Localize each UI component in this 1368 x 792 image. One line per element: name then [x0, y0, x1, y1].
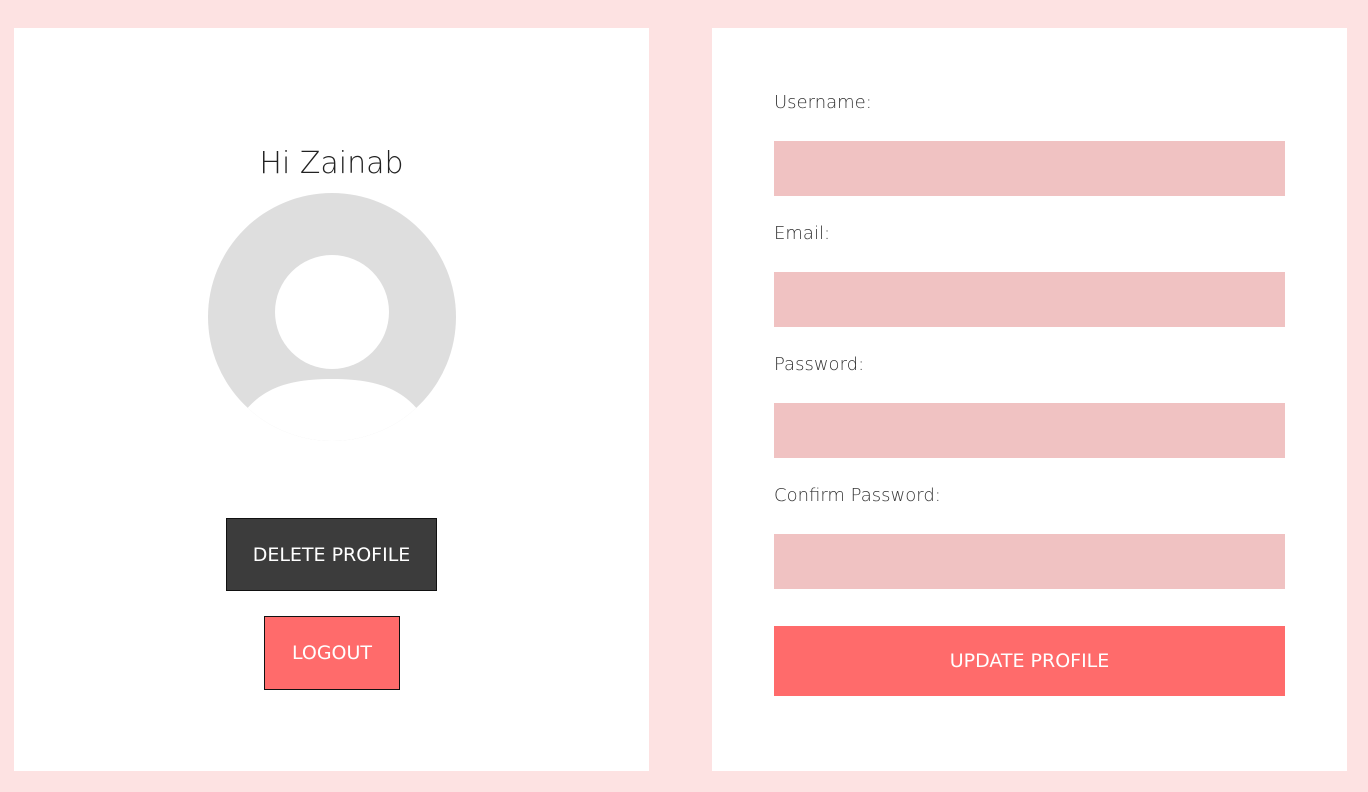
user-silhouette-icon	[208, 193, 456, 441]
confirm-password-input[interactable]	[774, 534, 1285, 589]
confirm-password-label: Confirm Password:	[774, 485, 941, 506]
profile-card: Hi Zainab DELETE PROFILE LOGOUT	[14, 28, 649, 771]
avatar	[208, 193, 456, 441]
password-input[interactable]	[774, 403, 1285, 458]
email-label: Email:	[774, 223, 831, 244]
logout-button[interactable]: LOGOUT	[264, 616, 400, 690]
delete-profile-button[interactable]: DELETE PROFILE	[226, 518, 437, 591]
password-label: Password:	[774, 354, 865, 375]
update-profile-button[interactable]: UPDATE PROFILE	[774, 626, 1285, 696]
username-input[interactable]	[774, 141, 1285, 196]
username-label: Username:	[774, 92, 872, 113]
email-input[interactable]	[774, 272, 1285, 327]
greeting-title: Hi Zainab	[259, 146, 404, 181]
update-profile-form: Username: Email: Password: Confirm Passw…	[712, 28, 1347, 771]
